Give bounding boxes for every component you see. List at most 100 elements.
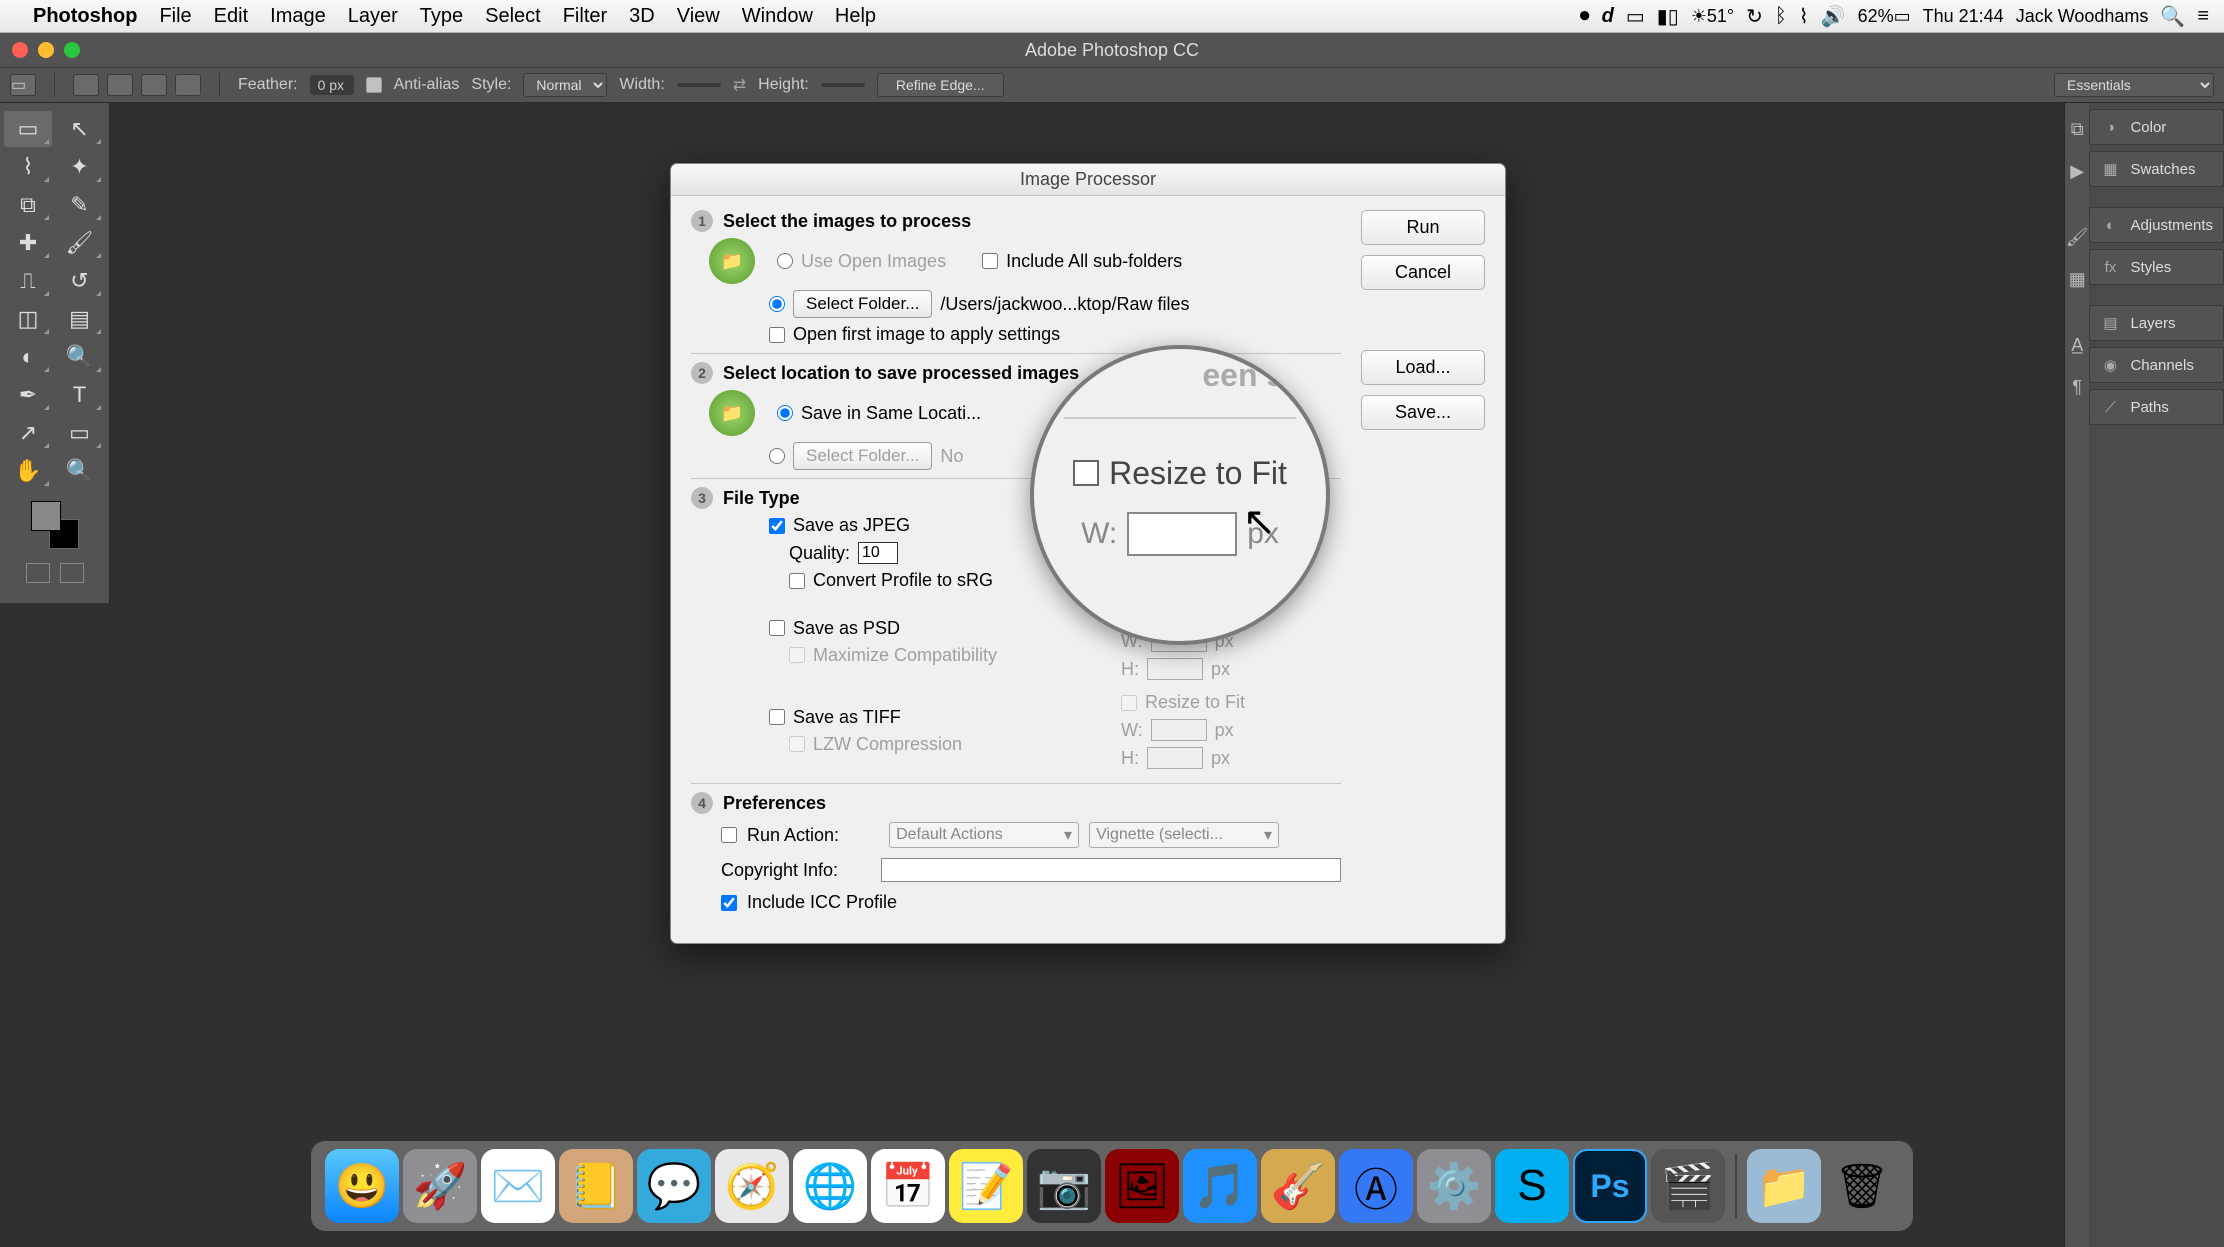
save-same-location-radio[interactable]	[777, 405, 793, 421]
load-button[interactable]: Load...	[1361, 350, 1485, 385]
action-name-select[interactable]: Vignette (selecti...▾	[1089, 822, 1279, 848]
mag-resize-checkbox[interactable]	[1073, 460, 1099, 486]
eyedropper-tool[interactable]: ✎	[56, 187, 104, 223]
close-window-button[interactable]	[12, 42, 28, 58]
menu-layer[interactable]: Layer	[348, 5, 398, 28]
zoom-window-button[interactable]	[64, 42, 80, 58]
foreground-color-swatch[interactable]	[31, 501, 61, 531]
brush-presets-icon[interactable]: ▦	[2065, 261, 2089, 297]
eraser-tool[interactable]: ◫	[4, 301, 52, 337]
panel-channels[interactable]: ◉Channels	[2089, 347, 2224, 383]
include-subfolders-checkbox[interactable]	[982, 253, 998, 269]
run-button[interactable]: Run	[1361, 210, 1485, 245]
panel-swatches[interactable]: ▦Swatches	[2089, 151, 2224, 187]
dock-itunes[interactable]: 🎵	[1183, 1149, 1257, 1223]
brush-panel-icon[interactable]: 🖌	[2065, 219, 2089, 255]
menu-image[interactable]: Image	[270, 5, 326, 28]
menu-file[interactable]: File	[159, 5, 191, 28]
menu-3d[interactable]: 3D	[629, 5, 655, 28]
select-dest-folder-button[interactable]: Select Folder...	[793, 442, 932, 470]
quality-input[interactable]	[858, 542, 898, 564]
hand-tool[interactable]: ✋	[4, 453, 52, 489]
dock-skype[interactable]: S	[1495, 1149, 1569, 1223]
workspace-select[interactable]: Essentials	[2054, 73, 2214, 97]
select-source-folder-button[interactable]: Select Folder...	[793, 290, 932, 318]
panel-paths[interactable]: ⟋Paths	[2089, 389, 2224, 425]
type-tool[interactable]: T	[56, 377, 104, 413]
minimize-window-button[interactable]	[38, 42, 54, 58]
panel-color[interactable]: ◑Color	[2089, 109, 2224, 145]
screen-mode-toggle[interactable]	[60, 563, 84, 583]
dock-downloads[interactable]: 📁	[1747, 1149, 1821, 1223]
history-panel-icon[interactable]: ⧉	[2065, 111, 2089, 147]
color-swatches[interactable]	[31, 501, 79, 549]
action-set-select[interactable]: Default Actions▾	[889, 822, 1079, 848]
feather-input[interactable]: 0 px	[310, 75, 354, 95]
dock-notes[interactable]: 📝	[949, 1149, 1023, 1223]
style-select[interactable]: Normal	[523, 73, 607, 97]
panel-layers[interactable]: ▤Layers	[2089, 305, 2224, 341]
edit-mode-toggle[interactable]	[26, 563, 50, 583]
dock-calendar[interactable]: 📅	[871, 1149, 945, 1223]
dock-photobooth[interactable]: 📷	[1027, 1149, 1101, 1223]
menu-select[interactable]: Select	[485, 5, 541, 28]
temperature-status[interactable]: ☀ 51°	[1691, 6, 1734, 27]
menu-edit[interactable]: Edit	[214, 5, 248, 28]
d-icon[interactable]: d	[1602, 5, 1614, 28]
cancel-button[interactable]: Cancel	[1361, 255, 1485, 290]
dock-trash[interactable]: 🗑	[1825, 1149, 1899, 1223]
menu-view[interactable]: View	[677, 5, 720, 28]
panel-adjustments[interactable]: ◐Adjustments	[2089, 207, 2224, 243]
brush-tool[interactable]: 🖌	[56, 225, 104, 261]
selection-new-icon[interactable]	[73, 74, 99, 96]
select-folder-radio[interactable]	[769, 296, 785, 312]
menu-filter[interactable]: Filter	[563, 5, 607, 28]
save-jpeg-checkbox[interactable]	[769, 518, 785, 534]
screen-record-icon[interactable]: ⏺	[1580, 5, 1590, 28]
dock-settings[interactable]: ⚙️	[1417, 1149, 1491, 1223]
magic-wand-tool[interactable]: ✦	[56, 149, 104, 185]
dock-chrome[interactable]: 🌐	[793, 1149, 867, 1223]
sync-icon[interactable]: ↻	[1746, 4, 1763, 29]
select-dest-folder-radio[interactable]	[769, 448, 785, 464]
lasso-tool[interactable]: ⌇	[4, 149, 52, 185]
marquee-tool-icon[interactable]: ▭	[10, 74, 36, 96]
run-action-checkbox[interactable]	[721, 827, 737, 843]
open-first-image-checkbox[interactable]	[769, 327, 785, 343]
crop-tool[interactable]: ⧉	[4, 187, 52, 223]
copyright-input[interactable]	[881, 858, 1341, 882]
dock-messages[interactable]: 💬	[637, 1149, 711, 1223]
path-selection-tool[interactable]: ↗	[4, 415, 52, 451]
menu-type[interactable]: Type	[420, 5, 463, 28]
marquee-tool[interactable]: ↖	[56, 111, 104, 147]
gradient-tool[interactable]: ▤	[56, 301, 104, 337]
dock-finder[interactable]: 😃	[325, 1149, 399, 1223]
rectangle-tool[interactable]: ▭	[56, 415, 104, 451]
refine-edge-button[interactable]: Refine Edge...	[877, 73, 1004, 97]
paragraph-panel-icon[interactable]: ¶	[2065, 369, 2089, 405]
zoom-tool[interactable]: 🔍	[56, 453, 104, 489]
selection-subtract-icon[interactable]	[141, 74, 167, 96]
convert-profile-checkbox[interactable]	[789, 573, 805, 589]
healing-brush-tool[interactable]: ✚	[4, 225, 52, 261]
character-panel-icon[interactable]: A̲	[2065, 327, 2089, 363]
menu-window[interactable]: Window	[742, 5, 813, 28]
actions-panel-icon[interactable]: ▶	[2065, 153, 2089, 189]
battery-chart-icon[interactable]: ▮▯	[1657, 4, 1679, 29]
use-open-images-radio[interactable]	[777, 253, 793, 269]
dock-garageband[interactable]: 🎸	[1261, 1149, 1335, 1223]
bluetooth-icon[interactable]: ᛒ	[1775, 5, 1787, 28]
dock-safari[interactable]: 🧭	[715, 1149, 789, 1223]
volume-icon[interactable]: 🔊	[1821, 4, 1846, 29]
selection-intersect-icon[interactable]	[175, 74, 201, 96]
clone-stamp-tool[interactable]: ⎍	[4, 263, 52, 299]
menu-help[interactable]: Help	[835, 5, 876, 28]
dock-mail[interactable]: ✉️	[481, 1149, 555, 1223]
airplay-icon[interactable]: ▭	[1626, 4, 1645, 29]
include-icc-checkbox[interactable]	[721, 895, 737, 911]
user-name[interactable]: Jack Woodhams	[2016, 6, 2149, 27]
mag-width-input[interactable]	[1127, 512, 1237, 556]
dock-imovie[interactable]: 🎬	[1651, 1149, 1725, 1223]
dock-contacts[interactable]: 📒	[559, 1149, 633, 1223]
clock[interactable]: Thu 21:44	[1923, 6, 2004, 27]
